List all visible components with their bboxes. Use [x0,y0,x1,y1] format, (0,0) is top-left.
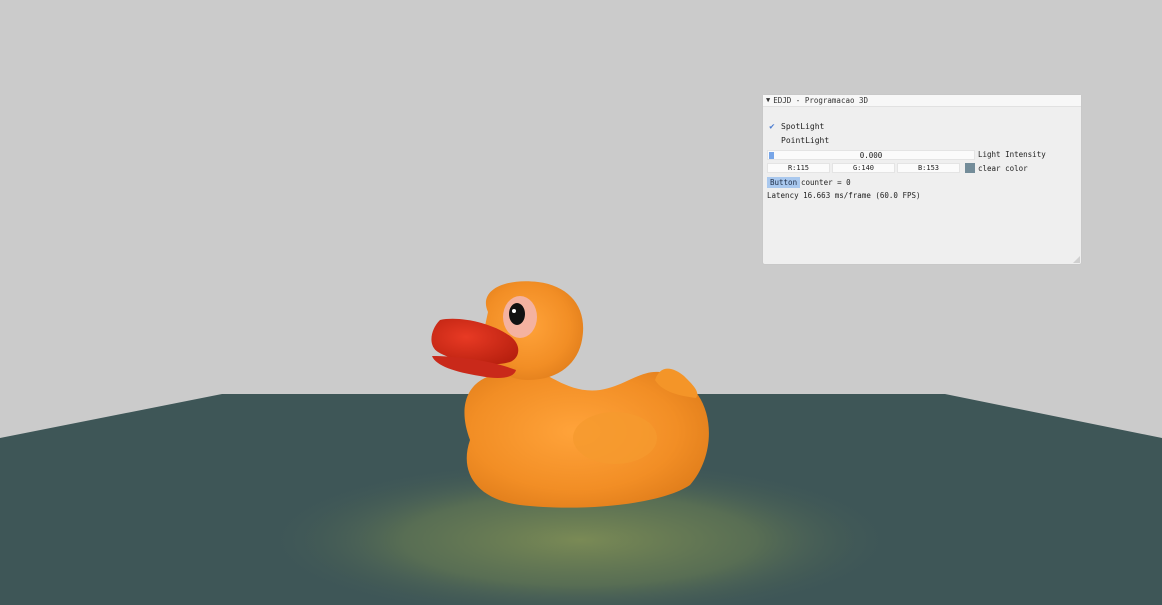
imgui-window[interactable]: ▼ EDJD - Programacao 3D ✔ SpotLight Poin… [762,94,1082,265]
counter-text: counter = 0 [801,178,851,187]
light-intensity-slider[interactable]: 0.000 [767,150,975,160]
counter-button[interactable]: Button [767,177,801,188]
spotlight-checkbox-row[interactable]: ✔ SpotLight [767,121,824,132]
clear-color-g-field[interactable]: G:140 [832,163,895,173]
pointlight-checkbox[interactable] [767,136,777,146]
resize-grip-icon[interactable] [1073,256,1080,263]
window-title: EDJD - Programacao 3D [773,96,869,105]
clear-color-label: clear color [978,164,1028,173]
window-titlebar[interactable]: ▼ EDJD - Programacao 3D [763,95,1081,107]
light-intensity-label: Light Intensity [978,150,1046,159]
clear-color-swatch[interactable] [965,163,975,173]
spotlight-label: SpotLight [781,122,825,131]
pointlight-checkbox-row[interactable]: PointLight [767,135,829,146]
clear-color-r-field[interactable]: R:115 [767,163,830,173]
pointlight-label: PointLight [781,136,830,145]
spotlight-checkbox[interactable]: ✔ [767,122,777,132]
slider-value: 0.000 [859,151,883,160]
clear-color-b-field[interactable]: B:153 [897,163,960,173]
latency-text: Latency 16.663 ms/frame (60.0 FPS) [767,191,921,200]
collapse-triangle-icon[interactable]: ▼ [766,97,770,104]
3d-viewport[interactable] [0,0,1162,605]
